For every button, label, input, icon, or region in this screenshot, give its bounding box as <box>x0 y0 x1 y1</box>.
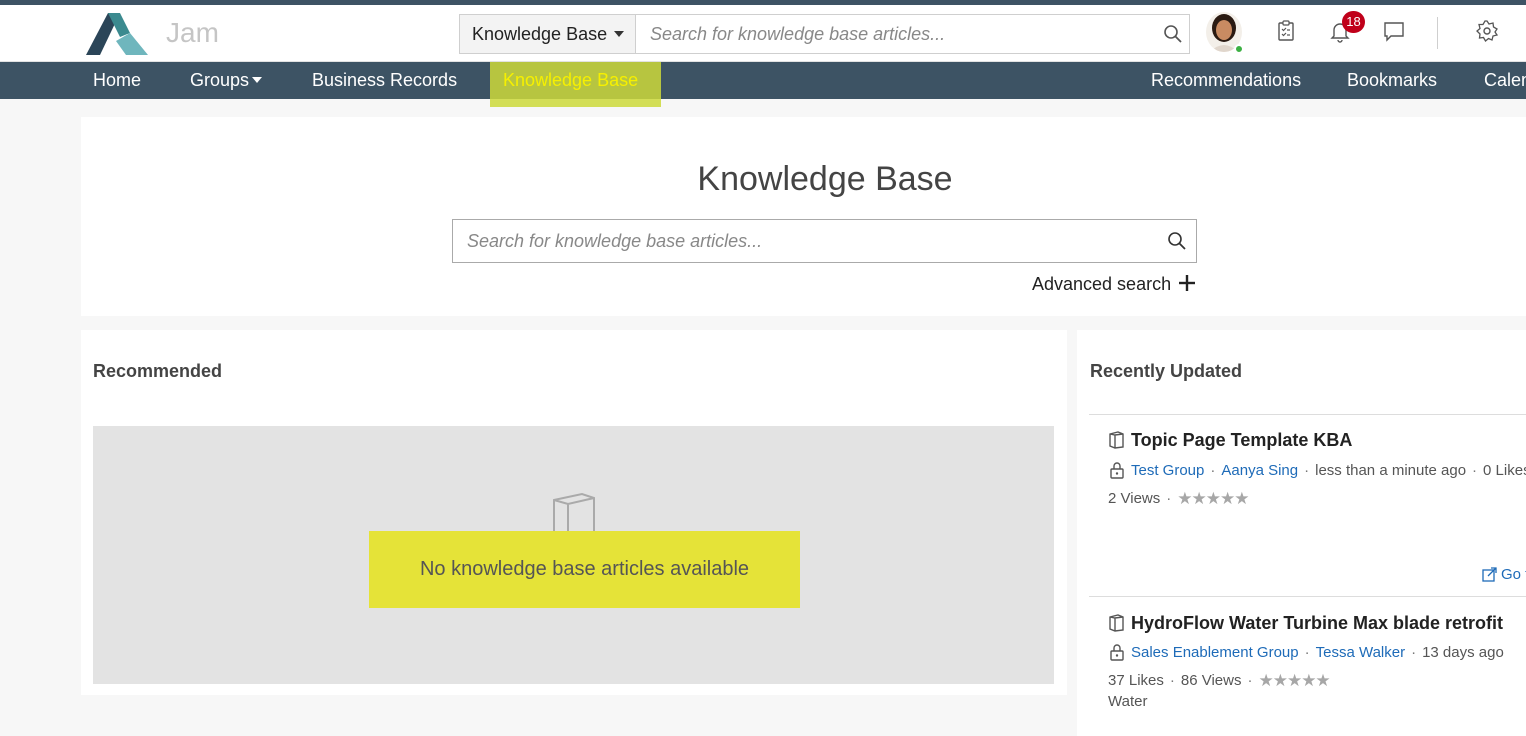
lock-icon <box>1110 462 1124 479</box>
article-time: less than a minute ago <box>1315 462 1467 479</box>
author-link[interactable]: Tessa Walker <box>1316 644 1405 661</box>
global-search-input[interactable] <box>638 15 1148 53</box>
rating-stars-icon[interactable]: ★★★★★ <box>1258 671 1330 691</box>
advanced-search-link[interactable]: Advanced search <box>1032 274 1171 295</box>
presence-indicator <box>1234 44 1244 54</box>
article-stats: 2 Views · ★★★★★ <box>1108 489 1249 509</box>
empty-state: No knowledge base articles available <box>93 426 1054 684</box>
external-link-icon[interactable] <box>1482 567 1497 582</box>
search-icon[interactable] <box>1167 231 1187 251</box>
divider <box>1089 596 1526 597</box>
header-divider <box>1437 17 1438 49</box>
nav-item-bookmarks[interactable]: Bookmarks <box>1347 62 1437 99</box>
article-likes: 37 Likes <box>1108 672 1164 689</box>
recently-updated-panel: Recently Updated Topic Page Template KBA… <box>1077 330 1526 736</box>
empty-message: No knowledge base articles available <box>419 558 750 580</box>
search-scope-dropdown[interactable]: Knowledge Base <box>460 15 636 53</box>
divider <box>1089 414 1526 415</box>
chevron-down-icon <box>614 31 624 37</box>
search-icon[interactable] <box>1163 24 1183 44</box>
nav-item-label: Groups <box>190 70 250 90</box>
article-views: 86 Views <box>1180 672 1242 689</box>
article-meta: Test Group · Aanya Sing · less than a minute… <box>1131 462 1526 479</box>
article-icon <box>1109 431 1124 449</box>
app-name: Jam <box>166 17 219 48</box>
go-to-link[interactable]: Go to <box>1501 566 1526 583</box>
kb-search-input[interactable] <box>453 220 1153 262</box>
article-time: 13 days ago <box>1422 644 1504 661</box>
lock-icon <box>1110 644 1124 661</box>
article-likes: 0 Likes <box>1483 462 1526 479</box>
article-tag[interactable]: Water <box>1108 693 1147 710</box>
recommended-panel: Recommended No knowledge base articles a… <box>81 330 1067 695</box>
kb-hero: Knowledge Base Advanced search <box>81 117 1526 316</box>
jam-logo-icon[interactable] <box>86 13 148 55</box>
chat-icon[interactable] <box>1382 19 1406 43</box>
nav-item-knowledge-base[interactable]: Knowledge Base <box>503 62 638 99</box>
nav-item-groups[interactable]: Groups <box>190 62 263 99</box>
nav-item-business-records[interactable]: Business Records <box>312 62 457 99</box>
nav-item-home[interactable]: Home <box>93 62 141 99</box>
author-link[interactable]: Aanya Sing <box>1221 462 1298 479</box>
global-search: Knowledge Base <box>459 14 1190 54</box>
nav-item-calendar[interactable]: Calendar <box>1484 62 1526 99</box>
tasks-icon[interactable] <box>1274 19 1298 43</box>
app-header: Jam Knowledge Base 18 <box>0 5 1526 62</box>
article-stats: 37 Likes · 86 Views · ★★★★★ <box>1108 671 1331 691</box>
gear-icon[interactable] <box>1475 19 1499 43</box>
nav-item-label: Business Records <box>312 70 458 90</box>
nav-item-recommendations[interactable]: Recommendations <box>1151 62 1301 99</box>
search-scope-label: Knowledge Base <box>472 24 608 44</box>
nav-item-label: Calendar <box>1484 70 1526 90</box>
rating-stars-icon[interactable]: ★★★★★ <box>1177 489 1249 509</box>
chevron-down-icon <box>252 77 263 83</box>
article-meta: Sales Enablement Group · Tessa Walker · 13 d… <box>1131 644 1504 661</box>
nav-item-label: Recommendations <box>1151 70 1302 90</box>
recently-updated-title: Recently Updated <box>1090 361 1243 381</box>
article-views: 2 Views <box>1108 490 1161 507</box>
nav-item-label: Home <box>93 70 142 90</box>
nav-item-label: Bookmarks <box>1347 70 1438 90</box>
group-link[interactable]: Sales Enablement Group <box>1131 644 1299 661</box>
kb-search <box>452 219 1197 263</box>
notification-badge: 18 <box>1342 11 1365 33</box>
page-title: Knowledge Base <box>697 160 953 198</box>
main-nav: Home Groups Business Records Recommendat… <box>0 62 1526 99</box>
article-title[interactable]: Topic Page Template KBA <box>1131 430 1352 451</box>
article-icon <box>1109 614 1124 632</box>
recommended-title: Recommended <box>93 361 223 381</box>
article-title[interactable]: HydroFlow Water Turbine Max blade retrof… <box>1131 613 1503 634</box>
group-link[interactable]: Test Group <box>1131 462 1204 479</box>
plus-icon[interactable] <box>1177 273 1197 293</box>
